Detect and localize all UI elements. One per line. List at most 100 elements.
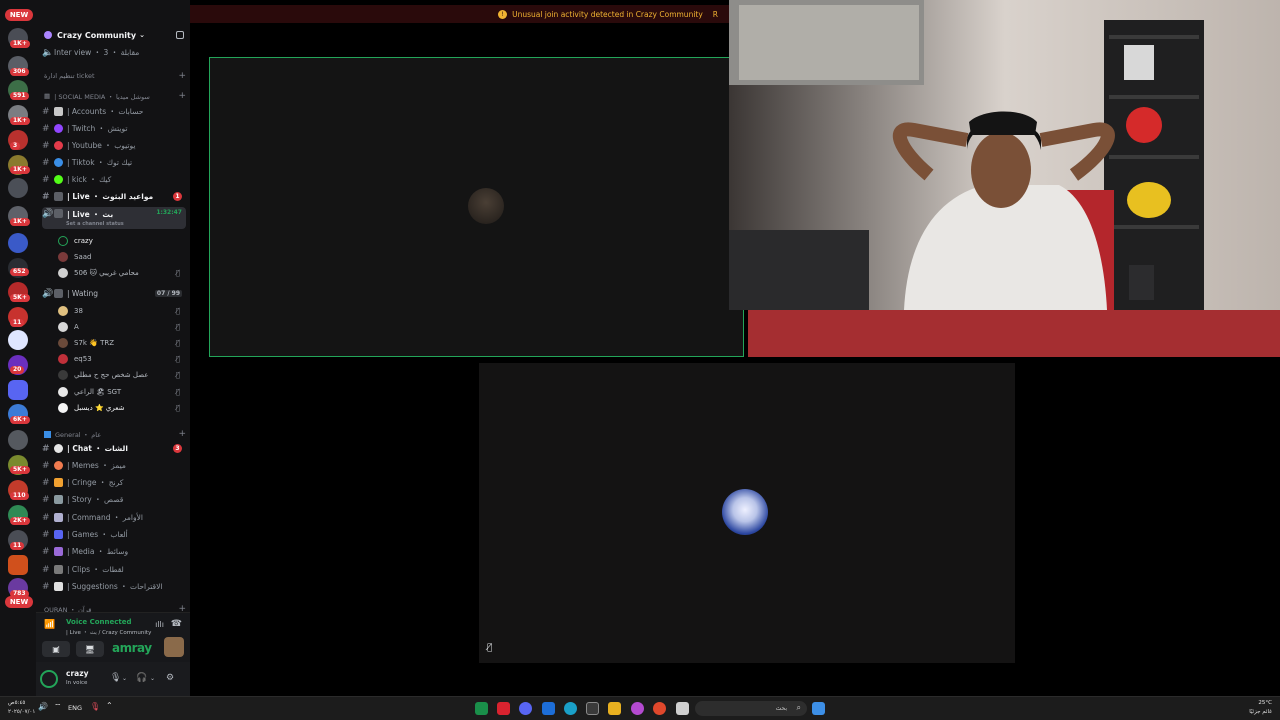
channel-live-voice[interactable]: 🔊 | Live ・ بث 1:32:47 Set a channel stat…: [42, 207, 186, 229]
voice-user[interactable]: crazy: [58, 233, 182, 248]
channel-memes[interactable]: # | Memes ・ ميمز: [42, 458, 186, 473]
mention-badge: 306: [10, 68, 29, 76]
language-indicator[interactable]: ENG: [68, 704, 82, 712]
mute-icon: 🎙̸: [487, 643, 493, 653]
voice-user-name: 38: [74, 306, 83, 315]
voice-user-name: محامي غريبي 🐱 506: [74, 268, 139, 277]
avatar: [58, 337, 68, 348]
mute-icon: 🎙̸: [175, 322, 180, 331]
windows-start-icon[interactable]: [812, 702, 825, 715]
voice-user[interactable]: عصل شخص حج ح مطلي 🎙̸: [58, 367, 182, 382]
camera-off-button[interactable]: ▣̸: [42, 641, 70, 657]
add-channel-icon[interactable]: +: [178, 429, 186, 439]
channel-wating[interactable]: 🔊 | Wating 07 / 99: [42, 286, 186, 301]
chrome-icon[interactable]: [653, 702, 666, 715]
hash-icon: #: [42, 460, 50, 471]
channel-suggestions[interactable]: # | Suggestions ・ الاقتراحات: [42, 579, 186, 594]
channel-tiktok[interactable]: # | Tiktok ・ تيك توك: [42, 155, 186, 170]
app-icon[interactable]: [676, 702, 689, 715]
user-name[interactable]: crazy: [66, 669, 88, 678]
copilot-icon[interactable]: [631, 702, 644, 715]
calendar-app-icon[interactable]: [497, 702, 510, 715]
search-placeholder: بحث: [775, 705, 787, 712]
voice-user[interactable]: A 🎙̸: [58, 319, 182, 334]
guild-header[interactable]: Crazy Community ⌄: [36, 26, 190, 44]
server-icon[interactable]: [8, 178, 28, 198]
server-icon[interactable]: [8, 330, 28, 350]
clock-date[interactable]: ٢٠٢٥/٠٧/٠١: [8, 709, 35, 715]
channel-clips[interactable]: # | Clips ・ لقطات: [42, 562, 186, 577]
voice-user[interactable]: الراعي 🏖 SGT 🎙̸: [58, 384, 182, 399]
channel-accounts[interactable]: # | Accounts ・ حسابات: [42, 104, 186, 119]
add-channel-icon[interactable]: +: [178, 71, 186, 81]
chevron-up-icon[interactable]: ⌃: [106, 701, 113, 710]
server-icon[interactable]: [8, 233, 28, 253]
new-badge[interactable]: NEW: [5, 9, 33, 21]
clock-time[interactable]: ٥:٤٥ص: [8, 700, 25, 706]
voice-user-name: شعري ⭐ ديسبل: [74, 403, 125, 412]
voice-user-name: crazy: [74, 236, 93, 245]
voice-location[interactable]: | Live ・ بث / Crazy Community: [66, 628, 151, 636]
voice-participant-tile[interactable]: [209, 57, 744, 357]
invite-icon[interactable]: [176, 31, 184, 39]
voice-user[interactable]: 38 🎙̸: [58, 303, 182, 318]
add-channel-icon[interactable]: +: [178, 91, 186, 101]
voice-participant-tile[interactable]: 🎙̸: [479, 363, 1015, 663]
disconnect-icon[interactable]: ☎: [171, 619, 182, 629]
voice-user[interactable]: S7k 👋 TRZ 🎙̸: [58, 335, 182, 350]
discord-icon[interactable]: [519, 702, 532, 715]
taskbar-search[interactable]: بحث ⌕: [695, 701, 807, 716]
mention-badge: 11: [10, 542, 25, 550]
avatar: [58, 369, 68, 380]
signal-icon[interactable]: 📶: [44, 620, 58, 632]
channel-cringe[interactable]: # | Cringe ・ كرنج: [42, 475, 186, 490]
chevron-down-icon[interactable]: ⌄: [122, 675, 127, 682]
channel-command[interactable]: # | Command ・ الأوامر: [42, 510, 186, 525]
mention-badge: 591: [10, 92, 29, 100]
voice-user[interactable]: شعري ⭐ ديسبل 🎙̸: [58, 400, 182, 415]
volume-icon[interactable]: 🔊: [38, 702, 48, 711]
category-icon: ▦: [44, 92, 51, 100]
settings-gear-icon[interactable]: ⚙: [166, 673, 174, 683]
microphone-icon[interactable]: 🎙: [110, 673, 121, 683]
channel-interview[interactable]: 🔈 Inter view ・ مقابلة ・ 3: [42, 45, 186, 60]
channel-label: | Games ・ ألعاب: [67, 530, 128, 539]
user-panel: crazy In voice 🎙 ⌄ 🎧 ⌄ ⚙: [36, 662, 190, 696]
channel-youtube[interactable]: # | Youtube ・ يوتيوب: [42, 138, 186, 153]
speaker-icon: 🔊: [42, 288, 54, 299]
headphones-icon[interactable]: 🎧: [136, 673, 147, 683]
channel-media[interactable]: # | Media ・ وسائط: [42, 544, 186, 559]
server-icon[interactable]: [8, 555, 28, 575]
channel-kick[interactable]: # | kick ・ كيك: [42, 172, 186, 187]
weather-temp[interactable]: 25°C: [1258, 700, 1272, 706]
channel-games[interactable]: # | Games ・ ألعاب: [42, 527, 186, 542]
channel-status[interactable]: Set a channel status: [66, 221, 124, 227]
category-social[interactable]: ▦ | SOCIAL MEDIA ・ سوشل ميديا +: [44, 90, 186, 102]
store-icon[interactable]: [586, 702, 599, 715]
user-avatar[interactable]: [40, 670, 58, 688]
folder-icon[interactable]: [8, 380, 28, 400]
user-status: In voice: [66, 680, 88, 686]
screen-share-button[interactable]: 🖥: [76, 641, 104, 657]
voice-user[interactable]: محامي غريبي 🐱 506 🎙̸: [58, 265, 182, 280]
new-badge[interactable]: NEW: [5, 596, 33, 608]
category-general[interactable]: General ・ عام +: [44, 428, 186, 440]
voice-user[interactable]: Saad: [58, 249, 182, 264]
chevron-down-icon[interactable]: ⌄: [150, 675, 155, 682]
channel-chat[interactable]: # | Chat ・ الشات 3: [42, 441, 186, 456]
weather-text[interactable]: غائم جزئيًا: [1249, 709, 1272, 715]
youtube-icon: [54, 141, 63, 150]
channel-twitch[interactable]: # | Twitch ・ تويتش: [42, 121, 186, 136]
server-icon[interactable]: [8, 430, 28, 450]
wifi-icon[interactable]: ⌔: [54, 702, 62, 712]
microphone-in-use-icon[interactable]: 🎙: [90, 702, 100, 711]
channel-story[interactable]: # | Story ・ قصص: [42, 492, 186, 507]
voice-user[interactable]: eq53 🎙̸: [58, 351, 182, 366]
file-explorer-icon[interactable]: [608, 702, 621, 715]
mail-icon[interactable]: [542, 702, 555, 715]
app-icon[interactable]: [475, 702, 488, 715]
channel-live-text[interactable]: # | Live ・ مواعيد البثوث 1: [42, 189, 186, 204]
category-ticket[interactable]: تنظيم ادارة ticket +: [44, 70, 186, 82]
edge-icon[interactable]: [564, 702, 577, 715]
noise-suppression-icon[interactable]: ıllı: [155, 620, 164, 629]
